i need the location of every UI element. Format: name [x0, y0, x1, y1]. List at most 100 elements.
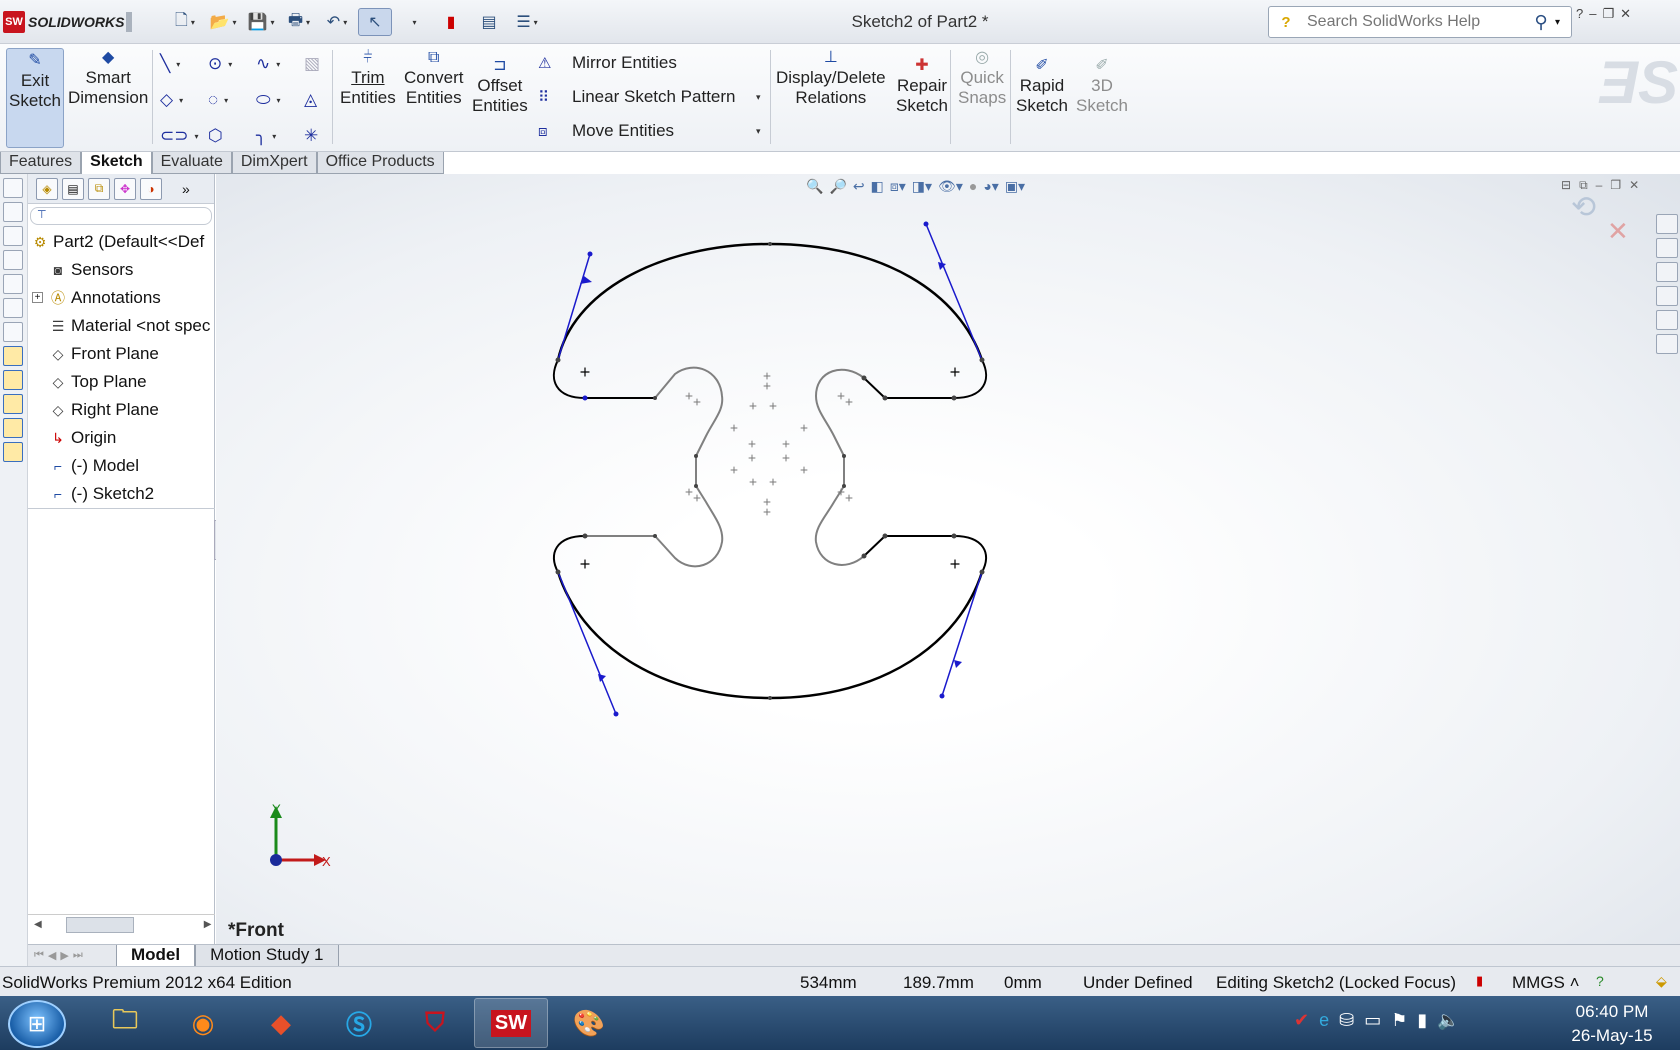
fillet-icon[interactable]	[3, 322, 23, 342]
extruded-cut-icon[interactable]	[3, 274, 23, 294]
spline-handle[interactable]	[557, 253, 591, 361]
taskbar-git[interactable]: ◆	[244, 998, 318, 1048]
chevron-down-icon[interactable]: ▾	[534, 18, 538, 27]
next-tab-icon[interactable]: ▶	[60, 949, 68, 962]
spline-point[interactable]	[842, 484, 846, 488]
spline-point[interactable]	[768, 242, 772, 246]
file-properties-button[interactable]: ▤	[472, 8, 506, 36]
display-delete-relations-button[interactable]: ⊥ Display/Delete Relations	[776, 48, 886, 108]
spline-point[interactable]	[882, 533, 888, 539]
handle-end-point[interactable]	[923, 221, 929, 227]
3d-sketch-button[interactable]: ✐ 3D Sketch	[1076, 56, 1128, 116]
spline-point[interactable]	[882, 395, 888, 401]
spline-point[interactable]	[694, 484, 698, 488]
tab-motion-study-1[interactable]: Motion Study 1	[195, 945, 339, 967]
reference-triad[interactable]: Y X	[256, 800, 336, 880]
spline-point[interactable]	[694, 454, 698, 458]
offset-entities-button[interactable]: ⊐ Offset Entities	[472, 56, 528, 116]
configuration-manager-tab-icon[interactable]: ⧉	[88, 177, 110, 200]
tree-item-sensors[interactable]: ◙ Sensors	[28, 256, 214, 284]
rebuild-indicator-icon[interactable]: ▮	[1476, 973, 1483, 989]
chevron-down-icon[interactable]: ▾	[343, 18, 347, 27]
sketch-geometry[interactable]	[216, 174, 1680, 944]
spline-point[interactable]	[861, 375, 867, 381]
tab-office-products[interactable]: Office Products	[316, 152, 444, 174]
convert-entities-button[interactable]: ⧉ Convert Entities	[404, 48, 464, 108]
tab-sketch[interactable]: Sketch	[81, 152, 152, 174]
repair-sketch-button[interactable]: ✚ Repair Sketch	[896, 56, 948, 116]
security-tray-icon[interactable]: ✔	[1294, 1010, 1309, 1031]
prev-tab-icon[interactable]: ◀	[48, 949, 56, 962]
horizontal-scrollbar[interactable]: ◀ ▶	[28, 914, 215, 934]
chevron-down-icon[interactable]: ▾	[1555, 17, 1560, 28]
spline-point[interactable]	[555, 357, 561, 363]
center-mark[interactable]	[580, 367, 590, 377]
sketch-spline-bottom[interactable]	[556, 570, 984, 700]
chevron-down-icon[interactable]: ▾	[270, 18, 274, 27]
tree-filter-input[interactable]: ⊤	[30, 207, 212, 225]
menu-expand-arrow[interactable]	[126, 12, 132, 32]
unit-system-button[interactable]: MMGS ˄	[1512, 973, 1580, 993]
taskbar-file-explorer[interactable]: 🗀	[88, 998, 162, 1048]
handle-end-point[interactable]	[587, 251, 593, 257]
sketch-line-right-inner[interactable]	[814, 368, 865, 566]
search-icon[interactable]: ⚲	[1527, 12, 1555, 33]
chevron-down-icon[interactable]: ▾	[306, 18, 310, 27]
new-document-button[interactable]: 🗋 ▾	[168, 8, 202, 36]
expand-icon[interactable]: +	[32, 292, 43, 303]
handle-end-point[interactable]	[939, 693, 945, 699]
fillet-button[interactable]: ╮ ▾	[256, 122, 304, 150]
close-button[interactable]: ✕	[1620, 6, 1631, 22]
spline-point[interactable]	[768, 696, 772, 700]
revolved-boss-icon[interactable]	[3, 202, 23, 222]
tab-evaluate[interactable]: Evaluate	[151, 152, 232, 174]
extruded-boss-icon[interactable]	[3, 178, 23, 198]
handle-end-point[interactable]	[613, 711, 619, 717]
tree-item-annotations[interactable]: + Ⓐ Annotations	[28, 284, 214, 312]
signal-strength-icon[interactable]: ▮	[1417, 1010, 1427, 1031]
smart-dimension-button[interactable]: ◆ Smart Dimension	[68, 48, 148, 108]
options-button[interactable]: ☰ ▾	[510, 8, 544, 36]
ellipse-button[interactable]: ⬭ ▾	[256, 86, 304, 114]
internet-explorer-tray-icon[interactable]: e	[1319, 1010, 1329, 1031]
smart-dimension-icon[interactable]	[3, 370, 23, 390]
restore-button[interactable]: ❐	[1602, 6, 1614, 22]
tab-model[interactable]: Model	[116, 945, 196, 967]
move-entities-button[interactable]: ⧈ Move Entities ▾	[538, 116, 761, 146]
taskbar-clock[interactable]: 06:40 PM 26-May-15	[1550, 1000, 1674, 1048]
customize-status-icon[interactable]: ⬙	[1656, 973, 1667, 990]
scroll-left-icon[interactable]: ◀	[34, 919, 42, 930]
spline-point[interactable]	[653, 396, 657, 400]
property-manager-tab-icon[interactable]: ▤	[62, 177, 84, 200]
graphics-area[interactable]: 🔍 🔎 ↩ ◧ ⧈▾ ◨▾ 👁▾ ● ◕▾ ▣▾ ⊟ ⧉ – ❐ ✕ ⟲ ✕ Y…	[216, 174, 1680, 944]
undo-button[interactable]: ↶ ▾	[320, 8, 354, 36]
sketch-line-bottom-left[interactable]	[553, 535, 586, 573]
center-mark[interactable]	[685, 372, 853, 516]
first-tab-icon[interactable]: ⏮	[34, 949, 44, 962]
sketch-icon[interactable]	[3, 346, 23, 366]
spline-handles[interactable]	[557, 223, 983, 715]
spline-point[interactable]	[555, 569, 561, 575]
save-button[interactable]: 💾 ▾	[244, 8, 278, 36]
select-dropdown[interactable]: ▾	[396, 8, 430, 36]
spline-handle[interactable]	[941, 571, 983, 697]
action-center-flag-icon[interactable]: ⚑	[1391, 1010, 1407, 1031]
feature-manager-tab-icon[interactable]: ◈	[36, 177, 58, 200]
taskbar-solidworks[interactable]: SW	[474, 998, 548, 1048]
double-chevron-right-icon[interactable]: »	[182, 181, 190, 197]
rectangle-button[interactable]: ◇ ▾	[160, 86, 208, 114]
spline-point[interactable]	[582, 533, 588, 539]
center-mark[interactable]	[580, 559, 590, 569]
network-drive-tray-icon[interactable]: ⛁	[1339, 1010, 1354, 1031]
polygon-button[interactable]: ⬡	[208, 122, 256, 150]
help-search-input[interactable]	[1307, 13, 1527, 31]
spline-point[interactable]	[951, 533, 957, 539]
volume-icon[interactable]: 🔈	[1437, 1010, 1459, 1031]
center-mark[interactable]	[950, 367, 960, 377]
solidworks-logo[interactable]: SW SOLIDWORKS	[0, 6, 128, 38]
tree-root-part[interactable]: ⚙ Part2 (Default<<Def	[28, 228, 214, 256]
lofted-boss-icon[interactable]	[3, 250, 23, 270]
taskbar-mcafee[interactable]: ⛉	[398, 998, 472, 1048]
rebuild-button[interactable]: ▮	[434, 8, 468, 36]
chevron-down-icon[interactable]: ▾	[756, 126, 761, 137]
